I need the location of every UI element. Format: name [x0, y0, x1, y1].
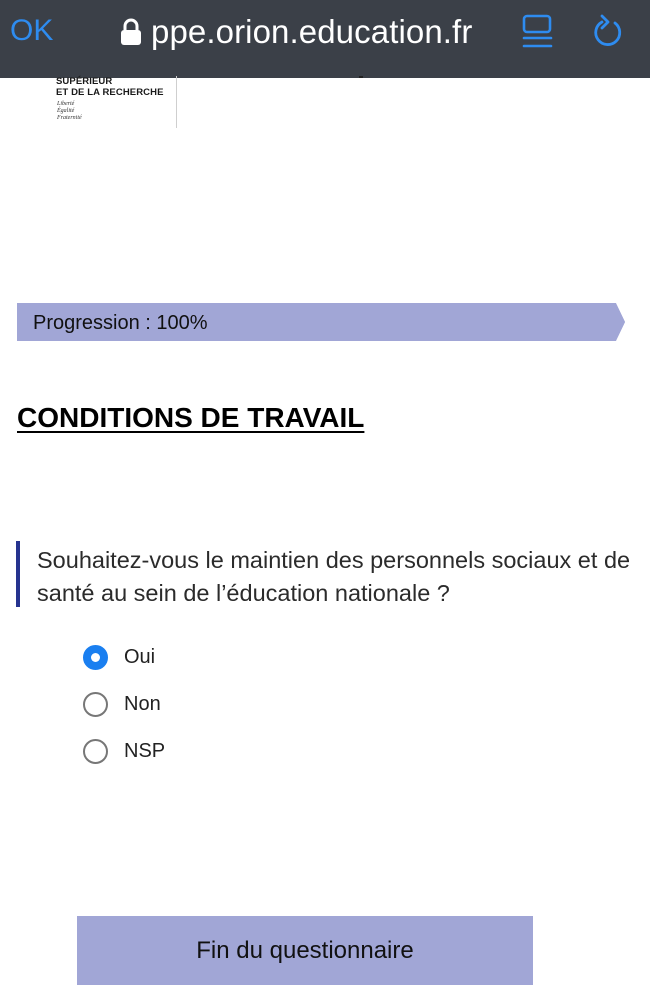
browser-toolbar: OK ppe.orion.education.fr [0, 0, 650, 78]
url-text: ppe.orion.education.fr [151, 13, 473, 50]
done-button[interactable]: OK [10, 14, 53, 48]
option-oui[interactable]: Oui [83, 643, 155, 671]
logo-motto-1: Liberté [57, 101, 75, 107]
progress-bar: Progression : 100% [17, 303, 625, 341]
option-label-nsp: NSP [124, 739, 166, 762]
radio-non[interactable] [83, 691, 108, 717]
radio-dot-icon [91, 652, 100, 662]
option-nsp[interactable]: NSP [83, 737, 165, 765]
logo-motto-3: Fraternité [57, 115, 82, 121]
progress-label: Progression : 100% [33, 312, 208, 334]
ministry-logo: SUPÉRIEUR ET DE LA RECHERCHE Liberté Éga… [56, 76, 164, 122]
section-title: CONDITIONS DE TRAVAIL [17, 402, 365, 433]
question-text: Souhaitez-vous le maintien des personnel… [37, 547, 631, 606]
logo-line-2: ET DE LA RECHERCHE [56, 87, 164, 98]
lock-icon [120, 17, 142, 47]
radio-nsp[interactable] [83, 738, 108, 764]
logo-divider [176, 76, 177, 128]
header-mark [359, 76, 363, 78]
finish-questionnaire-button[interactable]: Fin du questionnaire [77, 916, 533, 985]
option-label-non: Non [124, 692, 161, 715]
question-block: Souhaitez-vous le maintien des personnel… [16, 541, 636, 607]
radio-oui[interactable] [83, 644, 108, 670]
option-non[interactable]: Non [83, 690, 161, 718]
address-bar[interactable]: ppe.orion.education.fr [120, 12, 472, 52]
logo-motto-2: Égalité [57, 108, 75, 114]
reload-icon[interactable] [590, 13, 626, 51]
reader-mode-icon[interactable] [521, 14, 555, 50]
logo-line-1: SUPÉRIEUR [56, 76, 113, 87]
option-label-oui: Oui [124, 645, 156, 668]
